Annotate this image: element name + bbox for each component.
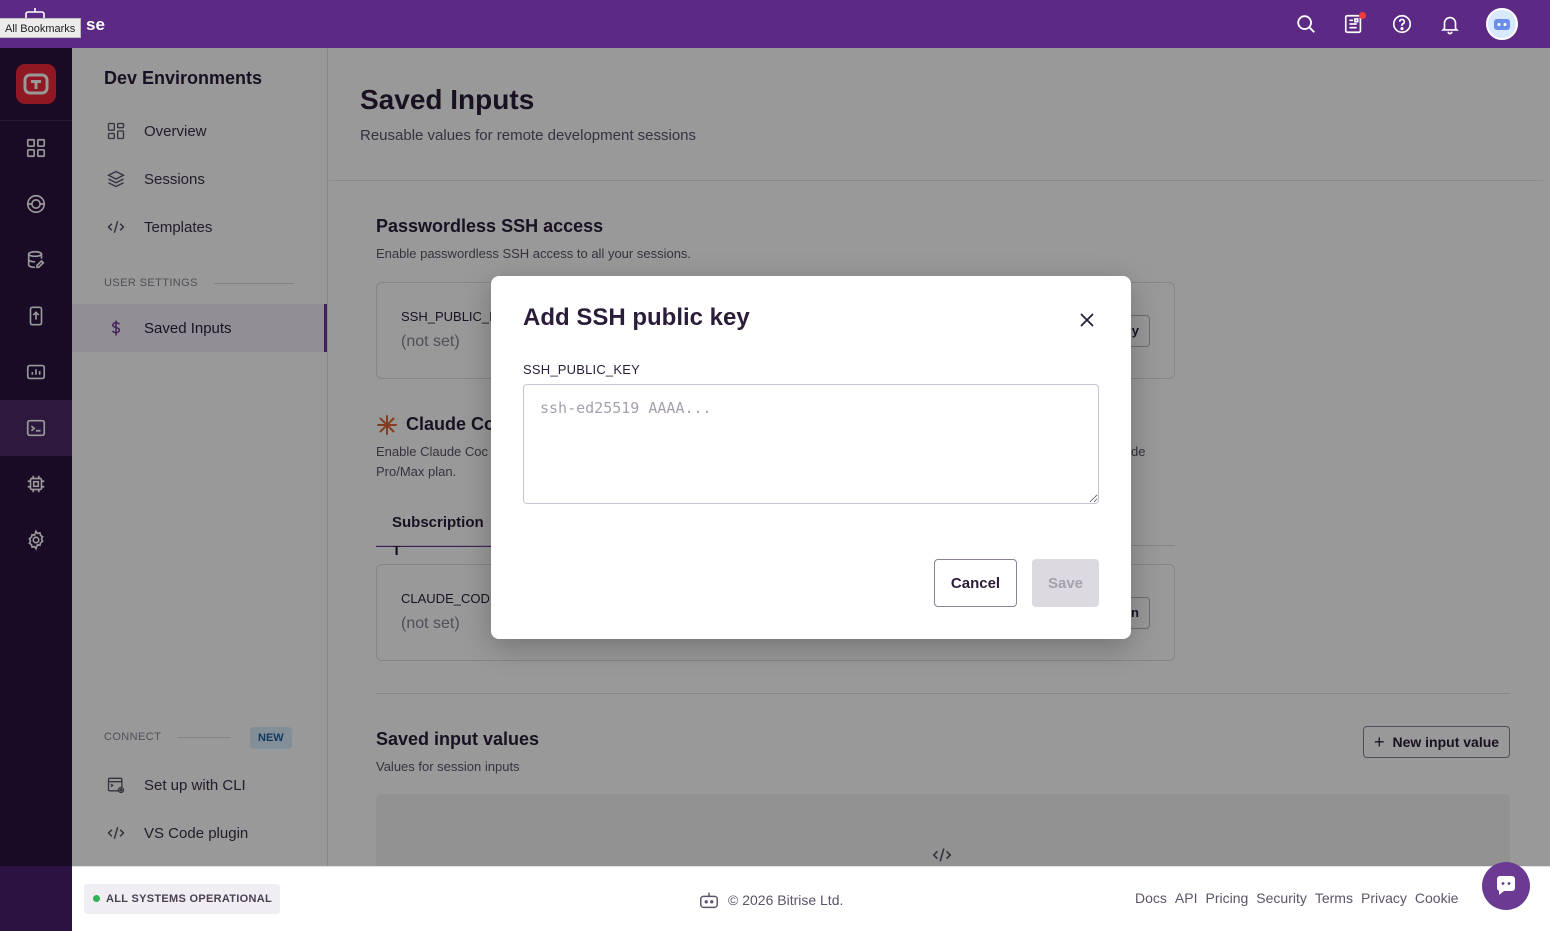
system-status-text: ALL SYSTEMS OPERATIONAL (106, 893, 273, 905)
dialog-title: Add SSH public key (523, 304, 750, 331)
chat-support-button[interactable] (1482, 862, 1530, 910)
notification-dot (1359, 12, 1366, 19)
footer-link-security[interactable]: Security (1256, 890, 1307, 906)
footer-link-api[interactable]: API (1175, 890, 1198, 906)
help-icon (1392, 14, 1412, 34)
notifications-button[interactable] (1438, 12, 1462, 36)
brand-logo-text[interactable]: se (86, 15, 105, 35)
close-button[interactable] (1075, 308, 1099, 332)
bitrise-robot-icon (700, 892, 718, 909)
ssh-key-textarea[interactable] (523, 384, 1099, 504)
close-icon (1080, 313, 1094, 327)
footer-link-privacy[interactable]: Privacy (1361, 890, 1407, 906)
footer-link-docs[interactable]: Docs (1135, 890, 1167, 906)
search-button[interactable] (1294, 12, 1318, 36)
all-bookmarks-tooltip[interactable]: All Bookmarks (0, 18, 82, 38)
copyright-text: © 2026 Bitrise Ltd. (728, 892, 844, 908)
footer-link-cookie[interactable]: Cookie (1415, 890, 1459, 906)
user-avatar[interactable] (1486, 8, 1518, 40)
footer-link-pricing[interactable]: Pricing (1205, 890, 1248, 906)
changelog-button[interactable] (1342, 12, 1366, 36)
system-status-badge[interactable]: ALL SYSTEMS OPERATIONAL (84, 884, 281, 914)
chat-icon (1497, 876, 1515, 895)
ssh-key-field-label: SSH_PUBLIC_KEY (523, 362, 640, 377)
footer-links: Docs API Pricing Security Terms Privacy … (1135, 890, 1458, 906)
search-icon (1297, 15, 1315, 33)
status-dot (93, 895, 100, 902)
help-button[interactable] (1390, 12, 1414, 36)
robot-avatar-icon (1494, 19, 1510, 30)
add-ssh-key-dialog: Add SSH public key SSH_PUBLIC_KEY Cancel… (491, 276, 1131, 639)
copyright: © 2026 Bitrise Ltd. (698, 889, 843, 911)
bell-icon (1441, 16, 1459, 35)
footer-link-terms[interactable]: Terms (1315, 890, 1353, 906)
top-bar: se All Bookmarks (0, 0, 1550, 48)
cancel-button[interactable]: Cancel (934, 559, 1017, 607)
save-button[interactable]: Save (1032, 559, 1099, 607)
footer: ALL SYSTEMS OPERATIONAL © 2026 Bitrise L… (72, 866, 1550, 931)
